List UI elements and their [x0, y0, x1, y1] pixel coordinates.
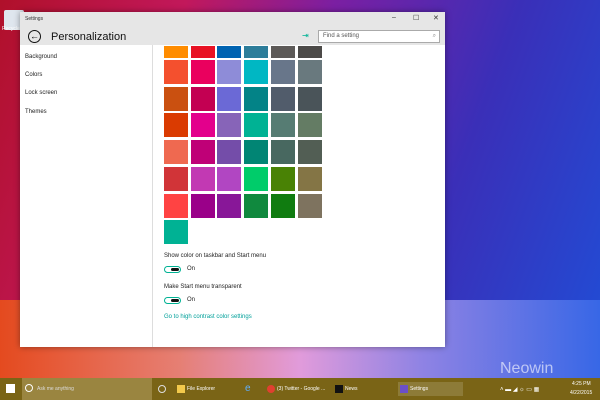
- color-swatch[interactable]: [244, 113, 269, 138]
- color-swatch[interactable]: [297, 193, 322, 218]
- cortana-icon: [25, 384, 33, 392]
- window-title: Settings: [25, 16, 44, 22]
- color-swatch[interactable]: [270, 193, 295, 218]
- transparent-toggle[interactable]: [164, 297, 181, 304]
- edge-browser-icon[interactable]: e: [245, 383, 251, 394]
- taskbar-app-settings[interactable]: Settings: [398, 382, 463, 396]
- color-swatch[interactable]: [217, 113, 242, 138]
- color-swatch[interactable]: [164, 220, 188, 245]
- color-swatch[interactable]: [270, 46, 295, 58]
- task-view-icon[interactable]: [158, 385, 166, 393]
- transparent-label: Make Start menu transparent: [164, 284, 242, 290]
- color-swatch[interactable]: [297, 86, 322, 111]
- color-swatch[interactable]: [164, 113, 188, 138]
- color-swatch[interactable]: [164, 166, 188, 191]
- color-swatch[interactable]: [244, 60, 269, 84]
- sidebar-item-themes[interactable]: Themes: [25, 109, 47, 115]
- color-swatch[interactable]: [190, 166, 215, 191]
- color-swatch[interactable]: [244, 46, 269, 58]
- color-swatch[interactable]: [244, 166, 269, 191]
- close-button[interactable]: ✕: [433, 14, 439, 22]
- sidebar: Background Colors Lock screen Themes: [20, 45, 153, 347]
- color-swatch[interactable]: [190, 193, 215, 218]
- color-swatch[interactable]: [217, 140, 242, 165]
- color-swatch[interactable]: [270, 60, 295, 84]
- settings-icon: [400, 385, 408, 393]
- show-color-state: On: [187, 266, 196, 272]
- search-placeholder: Find a setting: [323, 33, 360, 39]
- color-swatch[interactable]: [297, 46, 322, 58]
- color-swatch[interactable]: [190, 86, 215, 111]
- start-windows-icon[interactable]: [6, 384, 15, 393]
- taskbar-app-file-explorer[interactable]: File Explorer: [175, 382, 215, 396]
- color-swatch[interactable]: [190, 140, 215, 165]
- color-swatch[interactable]: [190, 46, 215, 58]
- color-swatch[interactable]: [217, 166, 242, 191]
- color-swatch[interactable]: [164, 60, 188, 84]
- title-bar: Settings – ☐ ✕ ← Personalization ⇥ Find …: [20, 12, 445, 45]
- transparent-state: On: [187, 297, 196, 303]
- color-swatch[interactable]: [270, 113, 295, 138]
- system-tray-icons[interactable]: ˄ ▬ ◢ ☼ ▭ ▦: [500, 386, 539, 393]
- color-swatch[interactable]: [164, 193, 188, 218]
- clock-date[interactable]: 4/22/2015: [570, 390, 592, 396]
- color-swatch[interactable]: [244, 86, 269, 111]
- news-icon: [335, 385, 343, 393]
- chrome-icon: [267, 385, 275, 393]
- taskbar-app-chrome[interactable]: (3) Twitter - Google ...: [265, 382, 325, 396]
- cortana-search-box[interactable]: Ask me anything: [22, 378, 152, 400]
- color-swatch[interactable]: [244, 140, 269, 165]
- clock-time[interactable]: 4:25 PM: [572, 381, 591, 387]
- back-arrow-icon[interactable]: ←: [28, 30, 41, 43]
- search-input[interactable]: Find a setting ⌕: [318, 30, 440, 43]
- neowin-watermark: Neowin: [500, 360, 554, 377]
- settings-window: Settings – ☐ ✕ ← Personalization ⇥ Find …: [20, 12, 445, 347]
- folder-icon: [177, 385, 185, 393]
- search-icon: ⌕: [432, 33, 436, 39]
- color-swatch[interactable]: [270, 166, 295, 191]
- color-swatch[interactable]: [164, 140, 188, 165]
- sidebar-item-colors[interactable]: Colors: [25, 72, 42, 78]
- color-swatch[interactable]: [217, 46, 242, 58]
- color-swatch[interactable]: [270, 140, 295, 165]
- pin-icon[interactable]: ⇥: [302, 31, 309, 40]
- maximize-button[interactable]: ☐: [413, 14, 419, 22]
- sidebar-item-lock-screen[interactable]: Lock screen: [25, 90, 57, 96]
- color-swatch[interactable]: [297, 60, 322, 84]
- color-swatch[interactable]: [297, 140, 322, 165]
- minimize-button[interactable]: –: [392, 14, 396, 21]
- color-swatch[interactable]: [190, 60, 215, 84]
- page-title: Personalization: [51, 31, 127, 43]
- taskbar-search-placeholder: Ask me anything: [37, 386, 74, 392]
- sidebar-item-background[interactable]: Background: [25, 54, 57, 60]
- color-swatch[interactable]: [217, 86, 242, 111]
- color-swatch[interactable]: [190, 113, 215, 138]
- color-swatch[interactable]: [244, 193, 269, 218]
- color-swatch[interactable]: [217, 60, 242, 84]
- color-swatch[interactable]: [297, 166, 322, 191]
- show-color-label: Show color on taskbar and Start menu: [164, 253, 267, 259]
- color-swatch[interactable]: [297, 113, 322, 138]
- color-swatch[interactable]: [164, 46, 188, 58]
- color-swatch[interactable]: [164, 86, 188, 111]
- taskbar: Ask me anything File Explorer e (3) Twit…: [0, 378, 600, 400]
- show-color-toggle[interactable]: [164, 266, 181, 273]
- high-contrast-link[interactable]: Go to high contrast color settings: [164, 314, 252, 320]
- color-swatch[interactable]: [217, 193, 242, 218]
- color-swatch[interactable]: [270, 86, 295, 111]
- taskbar-app-news[interactable]: News: [333, 382, 358, 396]
